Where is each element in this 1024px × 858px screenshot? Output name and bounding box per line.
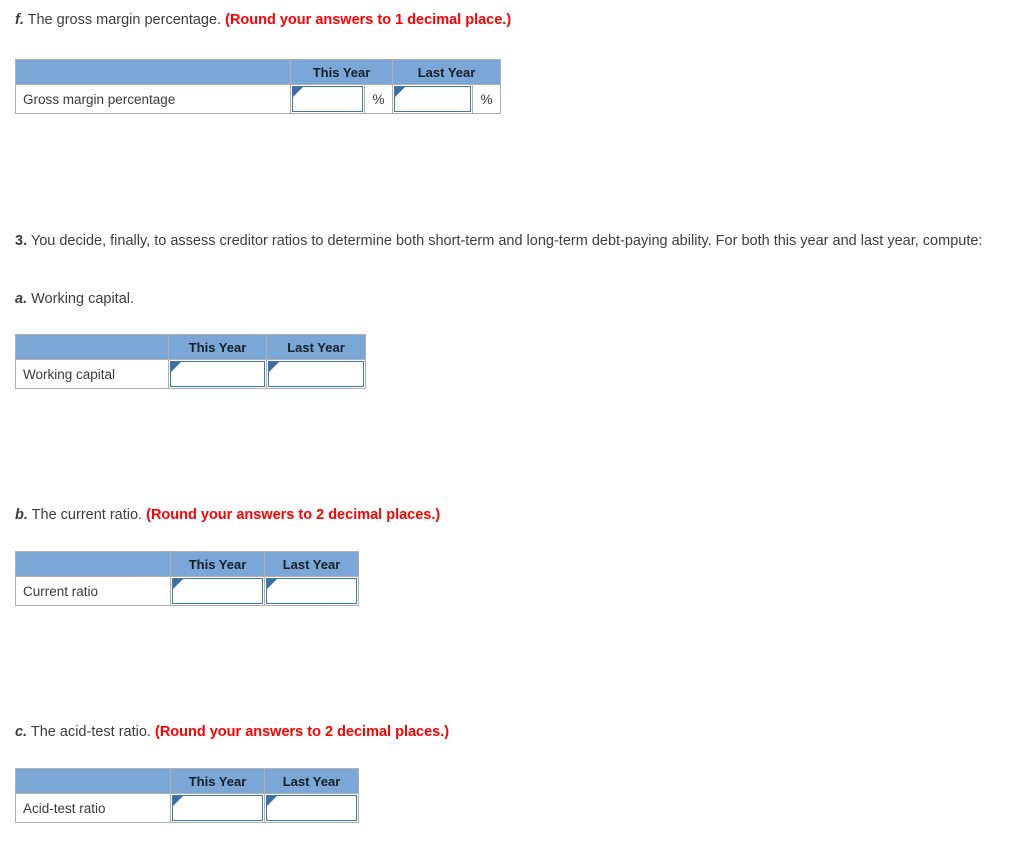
column-header-this-year: This Year xyxy=(170,551,265,577)
table-row: Working capital xyxy=(15,359,366,389)
column-header-last-year: Last Year xyxy=(266,334,366,360)
cell-working-capital-this-year xyxy=(168,359,267,389)
input-gross-margin-this-year[interactable] xyxy=(293,87,362,111)
table-header-row: This Year Last Year xyxy=(15,334,366,360)
question-f-rounding-note: (Round your answers to 1 decimal place.) xyxy=(225,12,512,28)
question-c-prefix: c. xyxy=(15,724,28,740)
question-f-heading: f. The gross margin percentage. (Round y… xyxy=(15,10,511,31)
column-header-blank xyxy=(15,551,171,577)
input-acid-test-ratio-this-year[interactable] xyxy=(173,796,262,820)
input-wrapper-acid-test-ratio-this-year xyxy=(172,795,263,821)
input-current-ratio-last-year[interactable] xyxy=(267,579,356,603)
question-c-heading: c. The acid-test ratio. (Round your answ… xyxy=(15,722,449,743)
column-header-last-year: Last Year xyxy=(264,768,359,794)
cell-gross-margin-last-year xyxy=(392,84,474,114)
cell-current-ratio-this-year xyxy=(170,576,265,606)
current-ratio-table: This Year Last Year Current ratio xyxy=(15,551,359,606)
input-wrapper-gross-margin-last-year xyxy=(394,86,472,112)
input-wrapper-current-ratio-last-year xyxy=(266,578,357,604)
column-header-blank xyxy=(15,59,291,85)
question-b-prompt: The current ratio. xyxy=(31,507,143,523)
question-b-prefix: b. xyxy=(15,507,28,523)
question-f-prompt: The gross margin percentage. xyxy=(27,12,222,28)
input-wrapper-gross-margin-this-year xyxy=(292,86,363,112)
column-header-this-year: This Year xyxy=(168,334,267,360)
column-header-last-year: Last Year xyxy=(264,551,359,577)
gross-margin-percentage-table: This Year Last Year Gross margin percent… xyxy=(15,59,502,114)
row-label-working-capital: Working capital xyxy=(15,359,169,389)
cell-acid-test-ratio-last-year xyxy=(264,793,359,823)
table-header-row: This Year Last Year xyxy=(15,551,359,577)
question-f-prefix: f. xyxy=(15,12,24,28)
cell-current-ratio-last-year xyxy=(264,576,359,606)
question-a-prefix: a. xyxy=(15,291,28,307)
row-label-current-ratio: Current ratio xyxy=(15,576,171,606)
acid-test-ratio-table: This Year Last Year Acid-test ratio xyxy=(15,768,359,823)
cell-acid-test-ratio-this-year xyxy=(170,793,265,823)
input-working-capital-this-year[interactable] xyxy=(171,362,264,386)
question-3-text: You decide, finally, to assess creditor … xyxy=(30,233,983,249)
question-b-heading: b. The current ratio. (Round your answer… xyxy=(15,505,440,526)
input-working-capital-last-year[interactable] xyxy=(269,362,363,386)
column-header-blank xyxy=(15,768,171,794)
input-gross-margin-last-year[interactable] xyxy=(395,87,471,111)
row-label-gross-margin-percentage: Gross margin percentage xyxy=(15,84,291,114)
table-header-row: This Year Last Year xyxy=(15,59,502,85)
column-header-blank xyxy=(15,334,169,360)
column-header-this-year: This Year xyxy=(170,768,265,794)
question-c-prompt: The acid-test ratio. xyxy=(30,724,151,740)
cell-gross-margin-this-year xyxy=(290,84,365,114)
input-acid-test-ratio-last-year[interactable] xyxy=(267,796,356,820)
column-header-last-year: Last Year xyxy=(392,59,502,85)
input-wrapper-acid-test-ratio-last-year xyxy=(266,795,357,821)
input-wrapper-current-ratio-this-year xyxy=(172,578,263,604)
percent-suffix-this-year: % xyxy=(363,84,394,114)
table-row: Current ratio xyxy=(15,576,359,606)
question-c-rounding-note: (Round your answers to 2 decimal places.… xyxy=(154,724,450,740)
working-capital-table: This Year Last Year Working capital xyxy=(15,334,366,389)
cell-working-capital-last-year xyxy=(266,359,366,389)
question-a-heading: a. Working capital. xyxy=(15,289,134,310)
input-wrapper-working-capital-last-year xyxy=(268,361,364,387)
percent-suffix-last-year: % xyxy=(472,84,502,114)
column-header-this-year: This Year xyxy=(289,59,394,85)
table-row: Acid-test ratio xyxy=(15,793,359,823)
question-a-prompt: Working capital. xyxy=(31,291,135,307)
question-3-prefix: 3. xyxy=(15,233,28,249)
row-label-acid-test-ratio: Acid-test ratio xyxy=(15,793,171,823)
table-header-row: This Year Last Year xyxy=(15,768,359,794)
question-b-rounding-note: (Round your answers to 2 decimal places.… xyxy=(146,507,441,523)
input-wrapper-working-capital-this-year xyxy=(170,361,265,387)
input-current-ratio-this-year[interactable] xyxy=(173,579,262,603)
question-3-paragraph: 3. You decide, finally, to assess credit… xyxy=(15,231,1017,252)
table-row: Gross margin percentage % % xyxy=(15,84,502,114)
